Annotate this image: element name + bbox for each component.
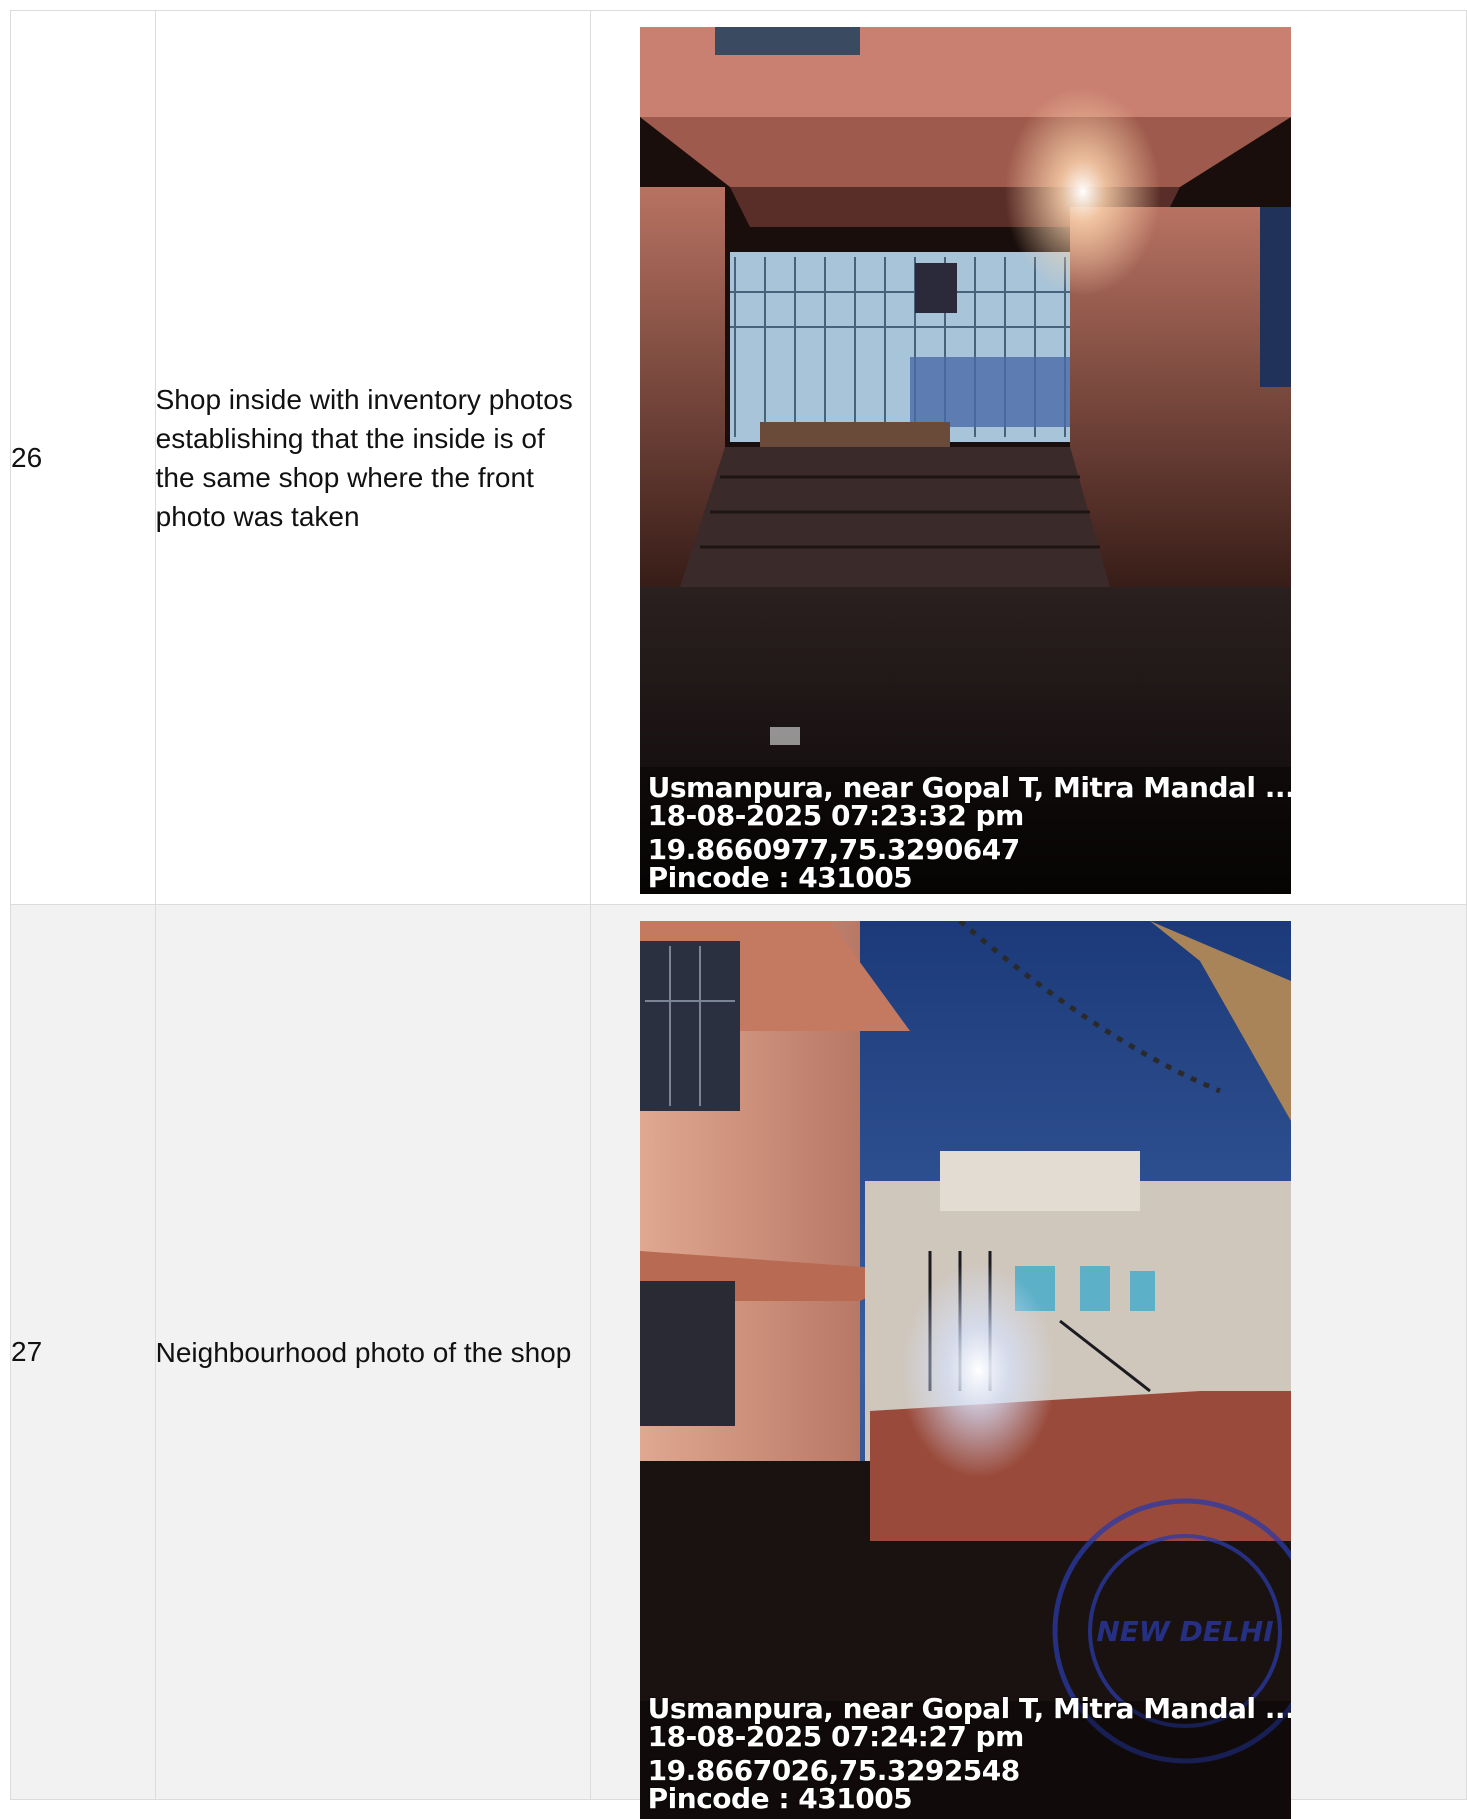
- row-number: 27: [10, 904, 156, 1800]
- photo-evidence-table: 26 Shop inside with inventory photos est…: [10, 10, 1467, 1819]
- neighbourhood-image: NEW DELHI: [639, 921, 1291, 1819]
- geotag-coordinates: 19.8660977,75.3290647: [647, 833, 1021, 866]
- geotag-address: Usmanpura, near Gopal T, Mitra Mandal ..…: [647, 1692, 1291, 1725]
- photo-cell: NEW DELHI Usmanpura, near Gopal T, Mitra…: [589, 904, 1467, 1819]
- shop-inside-image: [639, 27, 1291, 894]
- geotag-datetime: 18-08-2025 07:23:32 pm: [647, 799, 1025, 832]
- geotag-pincode: Pincode : 431005: [647, 861, 913, 894]
- geotag-datetime: 18-08-2025 07:24:27 pm: [647, 1720, 1025, 1753]
- photo-geotag-overlay: Usmanpura, near Gopal T, Mitra Mandal ..…: [647, 1692, 1291, 1815]
- table-row: 27 Neighbourhood photo of the shop NEW D…: [10, 904, 1467, 1819]
- photo-cell: Usmanpura, near Gopal T, Mitra Mandal ..…: [589, 10, 1467, 905]
- row-description: Neighbourhood photo of the shop: [154, 904, 591, 1800]
- seal-center-text: NEW DELHI: [1096, 1615, 1273, 1648]
- geotag-address: Usmanpura, near Gopal T, Mitra Mandal ..…: [647, 771, 1291, 804]
- row-description: Shop inside with inventory photos establ…: [154, 10, 591, 905]
- table-row: 26 Shop inside with inventory photos est…: [10, 10, 1467, 905]
- neighbourhood-photo: NEW DELHI Usmanpura, near Gopal T, Mitra…: [639, 921, 1291, 1819]
- geotag-pincode: Pincode : 431005: [647, 1782, 913, 1815]
- shop-inside-photo: Usmanpura, near Gopal T, Mitra Mandal ..…: [639, 27, 1291, 894]
- geotag-coordinates: 19.8667026,75.3292548: [647, 1754, 1021, 1787]
- row-number: 26: [10, 10, 156, 905]
- photo-geotag-overlay: Usmanpura, near Gopal T, Mitra Mandal ..…: [647, 771, 1291, 894]
